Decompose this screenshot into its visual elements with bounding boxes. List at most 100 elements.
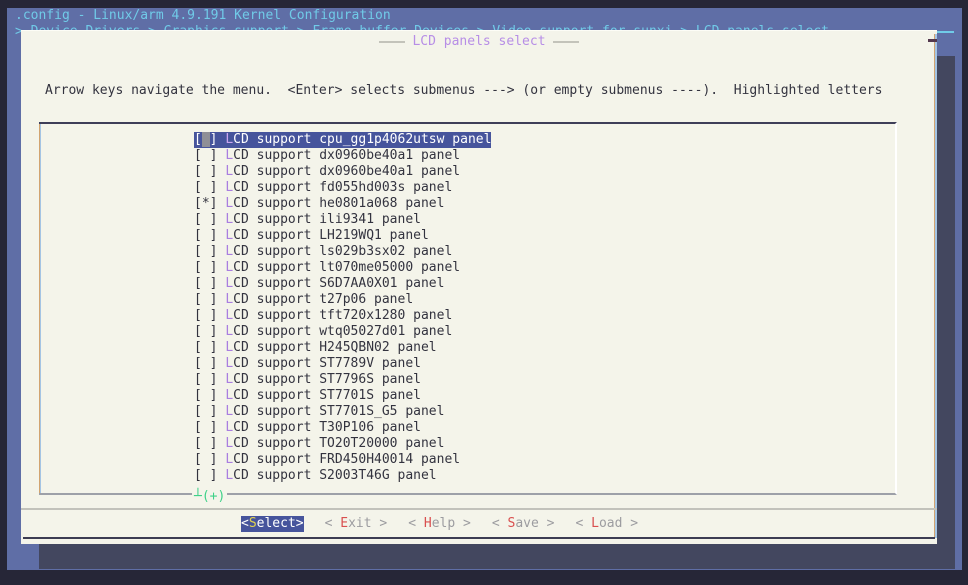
- menu-item-row[interactable]: [ ] LCD support ST7789V panel: [194, 356, 421, 372]
- checkbox-bracket: [: [194, 132, 202, 147]
- checkbox-bracket: [: [194, 180, 202, 195]
- menu-item-row[interactable]: [ ] LCD support S2003T46G panel: [194, 468, 437, 484]
- menu-item-label: CD support t27p06 panel: [233, 292, 413, 307]
- hotkey-letter: L: [225, 228, 233, 243]
- button-bracket: >: [539, 516, 555, 531]
- dialog-title: LCD panels select: [412, 34, 545, 50]
- exit-button[interactable]: < Exit >: [325, 516, 388, 532]
- menu-item-row[interactable]: [ ] LCD support H245QBN02 panel: [194, 340, 437, 356]
- menu-item-row[interactable]: [ ] LCD support wtq05027d01 panel: [194, 324, 452, 340]
- menu-item-row[interactable]: [ ] LCD support T30P106 panel: [194, 420, 421, 436]
- menu-item-label: CD support ST7789V panel: [233, 356, 421, 371]
- terminal-screen: .config - Linux/arm 4.9.191 Kernel Confi…: [7, 8, 962, 570]
- menu-item-row[interactable]: [ ] LCD support dx0960be40a1 panel: [194, 164, 460, 180]
- menu-item-label: CD support TO20T20000 panel: [233, 436, 444, 451]
- menu-item-row[interactable]: [ ] LCD support tft720x1280 panel: [194, 308, 452, 324]
- checkbox-bracket: [: [194, 388, 202, 403]
- checkbox-state: [202, 148, 210, 163]
- menu-item-row[interactable]: [ ] LCD support ST7796S panel: [194, 372, 421, 388]
- menu-item-row[interactable]: [ ] LCD support dx0960be40a1 panel: [194, 148, 460, 164]
- checkbox-bracket: [: [194, 356, 202, 371]
- menu-item-label: CD support wtq05027d01 panel: [233, 324, 452, 339]
- checkbox-bracket: ]: [210, 132, 226, 147]
- hotkey-letter: L: [225, 292, 233, 307]
- menu-item-row[interactable]: [ ] LCD support FRD450H40014 panel: [194, 452, 460, 468]
- button-bracket: <: [241, 516, 249, 531]
- checkbox-state: [202, 340, 210, 355]
- checkbox-bracket: [: [194, 404, 202, 419]
- menu-item-row[interactable]: [*] LCD support he0801a068 panel: [194, 196, 444, 212]
- menu-item-label: CD support lt070me05000 panel: [233, 260, 460, 275]
- checkbox-state: [202, 436, 210, 451]
- menu-item-label: CD support ST7796S panel: [233, 372, 421, 387]
- menu-item-row[interactable]: [ ] LCD support TO20T20000 panel: [194, 436, 444, 452]
- checkbox-bracket: [: [194, 212, 202, 227]
- checkbox-bracket: [: [194, 148, 202, 163]
- menu-item-row[interactable]: [ ] LCD support t27p06 panel: [194, 292, 413, 308]
- checkbox-state: *: [202, 196, 210, 211]
- button-bracket: >: [455, 516, 471, 531]
- checkbox-bracket: [: [194, 164, 202, 179]
- checkbox-bracket: ]: [210, 228, 226, 243]
- checkbox-bracket: ]: [210, 260, 226, 275]
- button-bracket: <: [492, 516, 508, 531]
- checkbox-state: [202, 228, 210, 243]
- checkbox-bracket: [: [194, 276, 202, 291]
- menu-item-row[interactable]: [ ] LCD support ls029b3sx02 panel: [194, 244, 452, 260]
- dialog-right-border: [934, 34, 937, 538]
- title-dash: [379, 41, 405, 43]
- button-separator: [21, 508, 937, 510]
- checkbox-bracket: [: [194, 436, 202, 451]
- checkbox-state: [202, 372, 210, 387]
- button-label: xit: [348, 516, 371, 531]
- menu-item-label: CD support tft720x1280 panel: [233, 308, 452, 323]
- terminal-window: .config - Linux/arm 4.9.191 Kernel Confi…: [0, 0, 968, 585]
- checkbox-bracket: ]: [210, 468, 226, 483]
- menu-list[interactable]: [ ] LCD support cpu_gg1p4062utsw panel[ …: [39, 122, 897, 495]
- load-button[interactable]: < Load >: [576, 516, 639, 532]
- menu-item-row[interactable]: [ ] LCD support ST7701S panel: [194, 388, 421, 404]
- menu-item-label: CD support FRD450H40014 panel: [233, 452, 460, 467]
- hotkey-letter: L: [225, 468, 233, 483]
- checkbox-bracket: [: [194, 468, 202, 483]
- menu-item-row[interactable]: [ ] LCD support ST7701S_G5 panel: [194, 404, 444, 420]
- checkbox-state: [202, 132, 210, 147]
- menu-item-row[interactable]: [ ] LCD support ili9341 panel: [194, 212, 421, 228]
- checkbox-bracket: ]: [210, 388, 226, 403]
- checkbox-bracket: ]: [210, 372, 226, 387]
- checkbox-state: [202, 420, 210, 435]
- hotkey-letter: L: [225, 340, 233, 355]
- menu-item-row[interactable]: [ ] LCD support cpu_gg1p4062utsw panel: [194, 132, 491, 148]
- menu-item-label: CD support he0801a068 panel: [233, 196, 444, 211]
- button-label: oad: [599, 516, 622, 531]
- save-button[interactable]: < Save >: [492, 516, 555, 532]
- hotkey-letter: L: [225, 260, 233, 275]
- checkbox-bracket: ]: [210, 340, 226, 355]
- checkbox-bracket: ]: [210, 180, 226, 195]
- menu-item-row[interactable]: [ ] LCD support fd055hd003s panel: [194, 180, 452, 196]
- hotkey-letter: L: [225, 164, 233, 179]
- select-button[interactable]: <Select>: [241, 516, 304, 532]
- checkbox-bracket: ]: [210, 324, 226, 339]
- hotkey-letter: L: [225, 196, 233, 211]
- hotkey-letter: L: [225, 180, 233, 195]
- hotkey-letter: L: [225, 388, 233, 403]
- menu-item-row[interactable]: [ ] LCD support S6D7AA0X01 panel: [194, 276, 444, 292]
- button-bracket: >: [372, 516, 388, 531]
- checkbox-state: [202, 212, 210, 227]
- menu-item-label: CD support S2003T46G panel: [233, 468, 437, 483]
- checkbox-bracket: [: [194, 340, 202, 355]
- help-button[interactable]: < Help >: [408, 516, 471, 532]
- checkbox-state: [202, 276, 210, 291]
- menu-item-label: CD support cpu_gg1p4062utsw panel: [233, 132, 491, 147]
- hotkey-letter: L: [225, 324, 233, 339]
- menu-item-row[interactable]: [ ] LCD support lt070me05000 panel: [194, 260, 460, 276]
- checkbox-bracket: ]: [210, 292, 226, 307]
- button-bracket: <: [325, 516, 341, 531]
- checkbox-bracket: ]: [210, 436, 226, 451]
- menu-item-label: CD support LH219WQ1 panel: [233, 228, 429, 243]
- menu-item-row[interactable]: [ ] LCD support LH219WQ1 panel: [194, 228, 429, 244]
- checkbox-bracket: [: [194, 292, 202, 307]
- hotkey-letter: L: [225, 132, 233, 147]
- button-label: elp: [432, 516, 455, 531]
